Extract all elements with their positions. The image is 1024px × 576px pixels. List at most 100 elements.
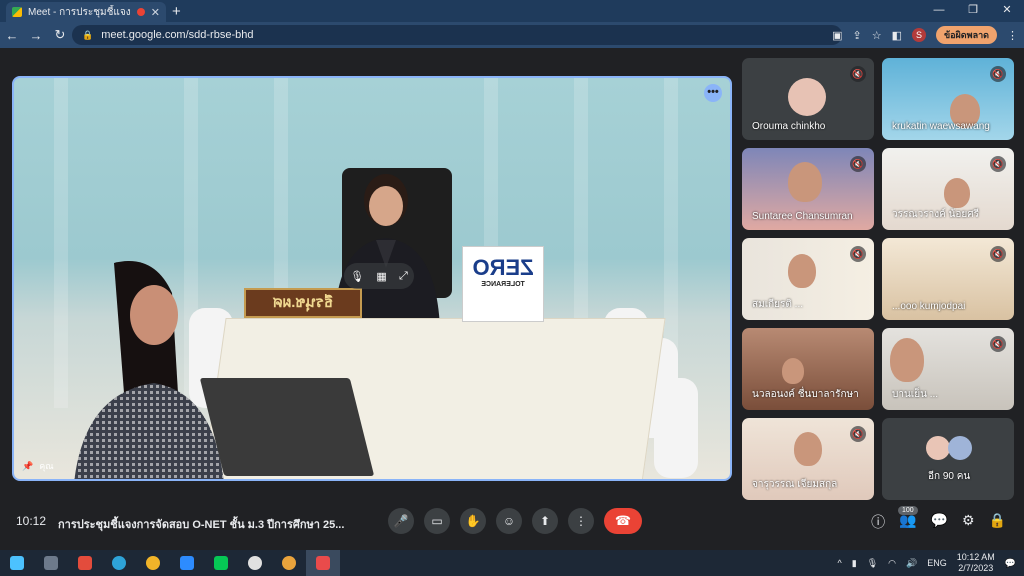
participant-name: จารุวรรณ เจียมสกุล bbox=[752, 479, 838, 490]
meeting-clock: 10:12 bbox=[16, 514, 47, 528]
participant-tile[interactable]: 🔇 Suntaree Chansumran bbox=[742, 148, 874, 230]
task-view-icon[interactable] bbox=[34, 550, 68, 576]
obs-icon[interactable] bbox=[238, 550, 272, 576]
tab-meet[interactable]: Meet - การประชุมชี้แจงการจัดส... ✕ bbox=[6, 2, 166, 22]
recording-indicator-icon bbox=[136, 8, 145, 16]
app-icon[interactable] bbox=[68, 550, 102, 576]
participant-name: krukatin waewsawang bbox=[892, 121, 990, 132]
meeting-controls-bar: 10:12 การประชุมชี้แจงการจัดสอบ O-NET ชั้… bbox=[0, 500, 1024, 550]
forward-icon[interactable]: → bbox=[24, 28, 48, 43]
participant-name: นวลอนงค์ ชื่นบาลารักษา bbox=[752, 389, 859, 400]
new-tab-button[interactable]: + bbox=[172, 3, 181, 20]
participant-avatar bbox=[948, 436, 972, 460]
system-clock[interactable]: 10:12 AM 2/7/2023 bbox=[957, 552, 995, 574]
participant-face bbox=[788, 254, 816, 288]
present-button[interactable]: ⬆ bbox=[532, 508, 558, 534]
raise-hand-button[interactable]: ✋ bbox=[460, 508, 486, 534]
sign-text: ZERO bbox=[472, 255, 534, 280]
people-icon[interactable]: 👥 bbox=[899, 512, 916, 532]
participant-tile[interactable]: 🔇 จารุวรรณ เจียมสกุล bbox=[742, 418, 874, 500]
participant-tile[interactable]: นวลอนงค์ ชื่นบาลารักษา bbox=[742, 328, 874, 410]
chrome-icon[interactable] bbox=[136, 550, 170, 576]
windows-start-icon[interactable] bbox=[0, 550, 34, 576]
mic-off-icon: 🔇 bbox=[850, 156, 866, 172]
volume-icon[interactable]: 🔊 bbox=[906, 558, 917, 569]
mic-off-icon: 🔇 bbox=[850, 246, 866, 262]
participant-name: Suntaree Chansumran bbox=[752, 211, 853, 222]
white-chair bbox=[654, 378, 698, 478]
activities-icon[interactable]: ⚙ bbox=[962, 512, 975, 532]
mic-off-icon: 🔇 bbox=[850, 426, 866, 442]
end-call-button[interactable]: ☎ bbox=[604, 508, 642, 534]
participant-face bbox=[944, 178, 970, 208]
line-icon[interactable] bbox=[204, 550, 238, 576]
zoom-icon[interactable] bbox=[170, 550, 204, 576]
tab-title: Meet - การประชุมชี้แจงการจัดส... bbox=[28, 6, 131, 18]
mic-off-icon: 🔇 bbox=[990, 246, 1006, 262]
update-button[interactable]: ข้อผิดพลาด bbox=[935, 26, 997, 44]
share-icon[interactable]: ⇪ bbox=[852, 29, 861, 42]
main-speaker-video[interactable]: ธีรนุช.ผศ ZERO TOLERANCE 🎙 ▦ ⤢ ••• 📌 คุณ bbox=[12, 76, 732, 481]
foreground-person bbox=[74, 261, 224, 479]
info-icon[interactable]: ⓘ bbox=[871, 512, 885, 532]
windows-taskbar: ^ ▮ 🎙 ◠ 🔊 ENG 10:12 AM 2/7/2023 💬 bbox=[0, 550, 1024, 576]
participant-tile[interactable]: 🔇 Orouma chinkho bbox=[742, 58, 874, 140]
camera-button[interactable]: ▭ bbox=[424, 508, 450, 534]
others-tile[interactable]: อีก 90 คน bbox=[882, 418, 1014, 500]
profile-avatar[interactable]: S bbox=[911, 28, 926, 42]
minimize-icon[interactable]: — bbox=[922, 0, 956, 22]
notification-icon[interactable]: 💬 bbox=[1005, 558, 1016, 569]
tab-close-icon[interactable]: ✕ bbox=[151, 6, 160, 19]
chrome-profile-icon[interactable] bbox=[272, 550, 306, 576]
chat-icon[interactable]: 💬 bbox=[931, 512, 948, 532]
battery-icon[interactable]: ▮ bbox=[852, 558, 857, 569]
bookmark-star-icon[interactable]: ☆ bbox=[872, 29, 882, 42]
participant-avatar bbox=[788, 78, 826, 116]
window-controls: — ❐ ✕ bbox=[922, 0, 1024, 22]
participant-tile[interactable]: 🔇 บานเย็น ... bbox=[882, 328, 1014, 410]
window-close-icon[interactable]: ✕ bbox=[990, 0, 1024, 22]
mic-tray-icon[interactable]: 🎙 bbox=[867, 558, 878, 569]
mic-off-icon: 🎙 bbox=[350, 270, 365, 283]
back-icon[interactable]: ← bbox=[0, 28, 24, 43]
meet-favicon-icon bbox=[12, 7, 22, 17]
clock-date: 2/7/2023 bbox=[958, 563, 994, 573]
url-text: meet.google.com/sdd-rbse-bhd bbox=[101, 29, 254, 41]
wifi-icon[interactable]: ◠ bbox=[888, 558, 896, 569]
zero-tolerance-sign: ZERO TOLERANCE bbox=[462, 246, 544, 322]
others-count: อีก 90 คน bbox=[928, 471, 971, 482]
url-field[interactable]: 🔒 meet.google.com/sdd-rbse-bhd bbox=[72, 25, 842, 45]
participant-name: บานเย็น ... bbox=[892, 389, 939, 400]
active-app-icon[interactable] bbox=[306, 550, 340, 576]
lock-icon: 🔒 bbox=[82, 29, 94, 40]
reload-icon[interactable]: ↻ bbox=[48, 27, 72, 43]
mic-off-icon: 🔇 bbox=[990, 66, 1006, 82]
participant-face bbox=[782, 358, 804, 384]
language-indicator[interactable]: ENG bbox=[927, 558, 947, 568]
participant-tile[interactable]: 🔇 สมเกียรติ ... bbox=[742, 238, 874, 320]
participant-tile[interactable]: 🔇 วรรณวรางค์ น้อยศรี bbox=[882, 148, 1014, 230]
call-controls: 🎤 ▭ ✋ ☺ ⬆ ⋮ ☎ bbox=[388, 508, 642, 534]
microphone-button[interactable]: 🎤 bbox=[388, 508, 414, 534]
mic-off-icon: 🔇 bbox=[990, 336, 1006, 352]
meeting-title: การประชุมชี้แจงการจัดสอบ O-NET ชั้น ม.3 … bbox=[58, 519, 345, 531]
side-controls: ⓘ 👥 💬 ⚙ 🔒 bbox=[871, 512, 1006, 532]
more-options-button[interactable]: ⋮ bbox=[568, 508, 594, 534]
sign-subtext: TOLERANCE bbox=[481, 281, 525, 288]
browser-menu-icon[interactable]: ⋮ bbox=[1007, 29, 1018, 42]
sidepanel-icon[interactable]: ◧ bbox=[892, 29, 902, 42]
meet-stage: ธีรนุช.ผศ ZERO TOLERANCE 🎙 ▦ ⤢ ••• 📌 คุณ… bbox=[0, 48, 1024, 550]
tray-chevron-icon[interactable]: ^ bbox=[838, 558, 842, 568]
participant-avatar bbox=[926, 436, 950, 460]
edge-icon[interactable] bbox=[102, 550, 136, 576]
host-controls-icon[interactable]: 🔒 bbox=[989, 512, 1006, 532]
camera-icon[interactable]: ▣ bbox=[832, 29, 842, 42]
main-video-more-button[interactable]: ••• bbox=[704, 84, 722, 102]
maximize-icon[interactable]: ❐ bbox=[956, 0, 990, 22]
participant-tile[interactable]: 🔇 ...ooo kumjodpai bbox=[882, 238, 1014, 320]
participant-tile[interactable]: 🔇 krukatin waewsawang bbox=[882, 58, 1014, 140]
main-video-name: คุณ bbox=[39, 461, 54, 471]
reaction-button[interactable]: ☺ bbox=[496, 508, 522, 534]
main-muted-indicator: 🎙 ▦ ⤢ bbox=[344, 263, 414, 289]
pin-icon: 📌 bbox=[22, 460, 34, 471]
